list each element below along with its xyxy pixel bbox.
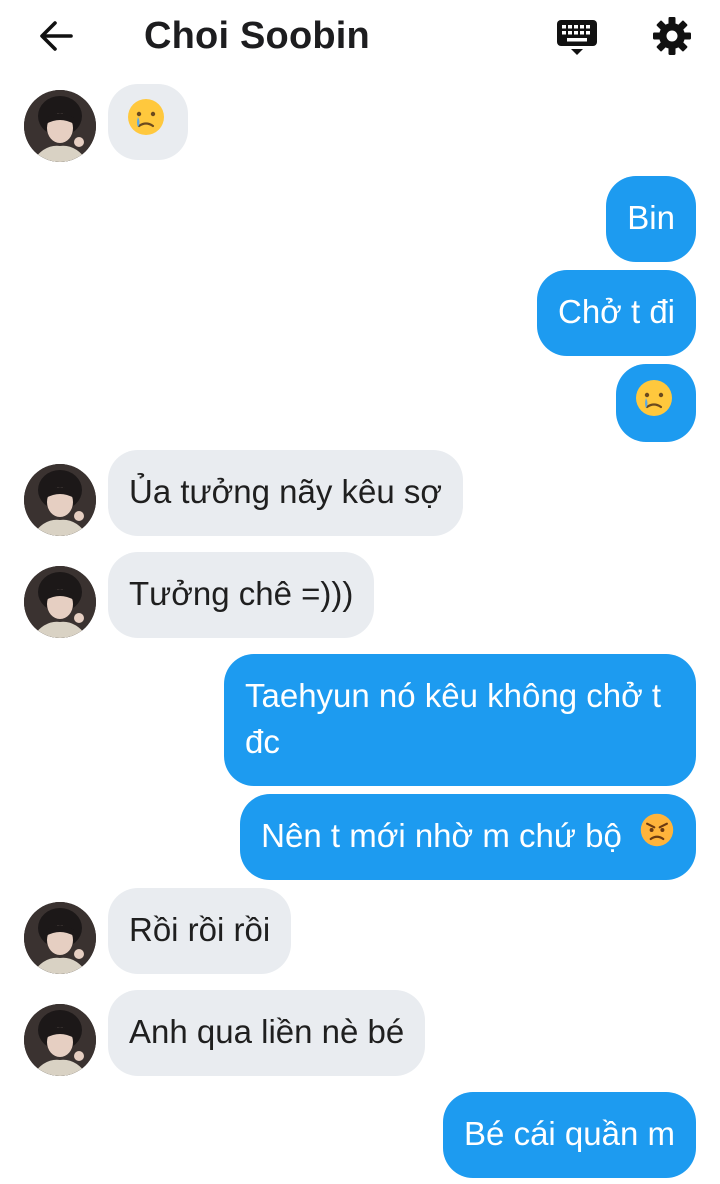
arrow-left-icon bbox=[40, 21, 73, 51]
avatar[interactable] bbox=[24, 90, 96, 162]
avatar[interactable] bbox=[24, 1004, 96, 1076]
chat-screen: Bin Chở t đi Ủa tưởng nãy kêu sợ Tưởng c… bbox=[0, 0, 720, 1184]
avatar[interactable] bbox=[24, 464, 96, 536]
crying-face-icon bbox=[126, 97, 166, 149]
keyboard-button[interactable] bbox=[550, 12, 604, 62]
message-text: Rồi rồi rồi bbox=[129, 911, 271, 948]
avatar[interactable] bbox=[24, 902, 96, 974]
message-text: Tưởng chê =))) bbox=[129, 575, 354, 612]
message-text: Nên t mới nhờ m chứ bộ bbox=[261, 817, 622, 854]
message-text: Anh qua liền nè bé bbox=[129, 1013, 405, 1050]
settings-button[interactable] bbox=[646, 10, 698, 62]
message-text: Ủa tưởng nãy kêu sợ bbox=[129, 473, 443, 510]
message-bubble[interactable]: Anh qua liền nè bé bbox=[108, 990, 426, 1076]
message-bubble[interactable]: Taehyun nó kêu không chở t đc bbox=[224, 654, 696, 786]
message-bubble[interactable]: Rồi rồi rồi bbox=[108, 888, 292, 974]
message-bubble[interactable]: Ủa tưởng nãy kêu sợ bbox=[108, 450, 464, 536]
message-bubble[interactable]: Tưởng chê =))) bbox=[108, 552, 375, 638]
message-bubble[interactable]: Chở t đi bbox=[536, 270, 696, 356]
avatar-photo bbox=[24, 90, 96, 162]
avatar-photo bbox=[24, 464, 96, 536]
back-button[interactable] bbox=[28, 10, 84, 62]
keyboard-icon bbox=[557, 20, 597, 55]
message-text: Bé cái quần m bbox=[464, 1115, 675, 1152]
crying-face-icon bbox=[634, 378, 674, 430]
message-text: Bin bbox=[627, 199, 675, 236]
message-list[interactable]: Bin Chở t đi Ủa tưởng nãy kêu sợ Tưởng c… bbox=[0, 0, 720, 1184]
avatar[interactable] bbox=[24, 566, 96, 638]
avatar-photo bbox=[24, 902, 96, 974]
chat-header: Choi Soobin bbox=[0, 0, 720, 74]
message-text: Taehyun nó kêu không chở t đc bbox=[245, 677, 662, 760]
message-bubble[interactable] bbox=[616, 364, 696, 442]
angry-face-icon bbox=[639, 812, 675, 860]
avatar-photo bbox=[24, 566, 96, 638]
message-bubble[interactable]: Nên t mới nhờ m chứ bộ bbox=[240, 794, 696, 880]
message-bubble[interactable]: Bé cái quần m bbox=[443, 1092, 696, 1178]
message-bubble[interactable] bbox=[108, 84, 188, 160]
avatar-photo bbox=[24, 1004, 96, 1076]
message-text: Chở t đi bbox=[557, 293, 675, 330]
gear-icon bbox=[653, 17, 691, 55]
message-bubble[interactable]: Bin bbox=[606, 176, 696, 262]
page-title: Choi Soobin bbox=[144, 15, 370, 57]
